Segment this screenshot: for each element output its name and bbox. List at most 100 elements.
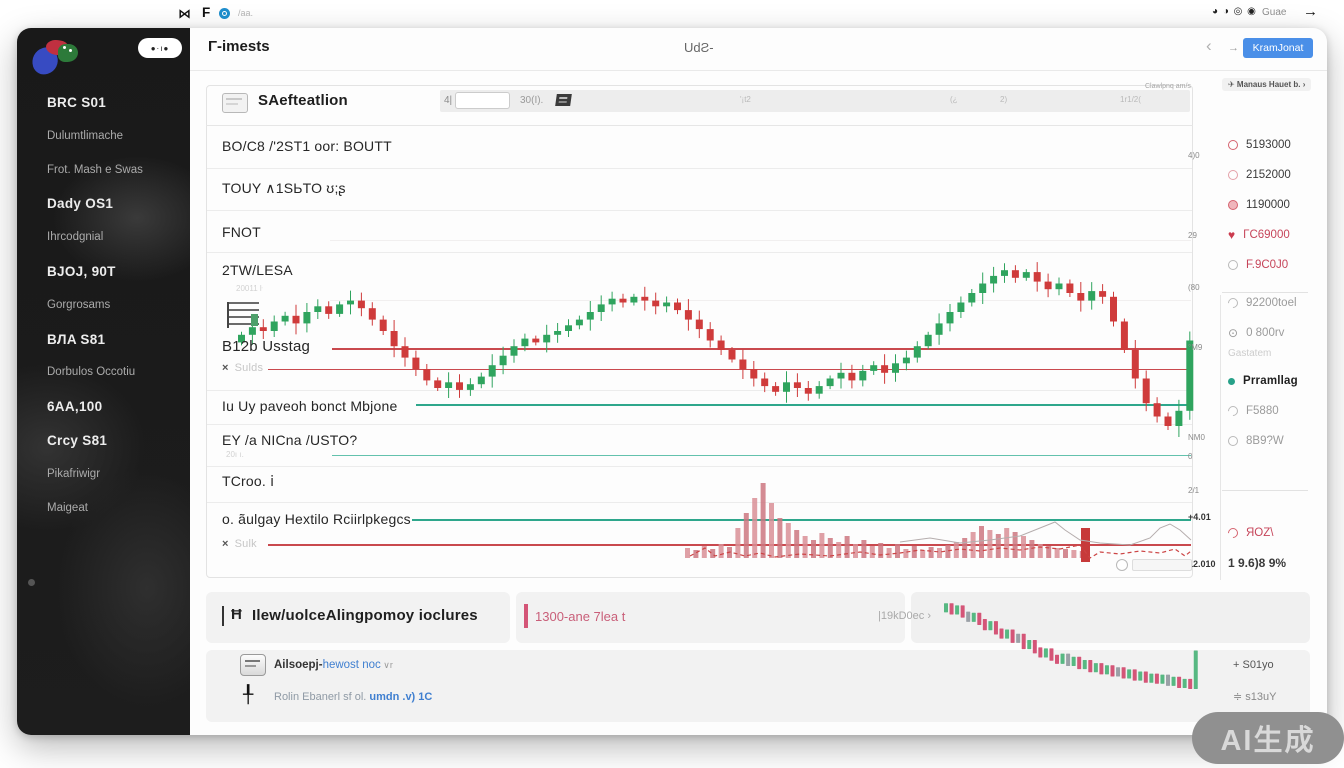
- anchor-icon: ╀: [243, 685, 253, 705]
- app-logo[interactable]: [30, 36, 76, 76]
- ring-gray-icon: [1228, 436, 1238, 446]
- row-divider: [207, 390, 1192, 391]
- row-divider: [207, 210, 1192, 211]
- news-row1-suffix: ∨r: [381, 660, 393, 670]
- header-center-label: UdƧ-: [684, 40, 714, 55]
- row-divider: [207, 168, 1192, 169]
- arc-gray-icon: [1226, 296, 1240, 310]
- back-chevron-icon[interactable]: ‹: [1206, 36, 1212, 56]
- panel-item-0[interactable]: 5193000: [1228, 130, 1320, 160]
- right-panel-header[interactable]: ✈ Manaus Hauet b. ›: [1222, 78, 1311, 91]
- chart-card: [206, 85, 1193, 578]
- panel-item-label: F5880: [1246, 405, 1279, 417]
- right-panel-list: 5193000 2152000 1190000♥ΓC69000F.9C0J0 9220…: [1228, 130, 1320, 578]
- bowtie-icon[interactable]: ⋈: [178, 6, 191, 22]
- f-menu-icon[interactable]: F: [202, 5, 210, 20]
- panel-item-4[interactable]: F.9C0J0: [1228, 250, 1320, 280]
- panel-item-label: ЯOZ\: [1246, 527, 1273, 539]
- overlay-line: [332, 348, 1191, 350]
- panel-item-11[interactable]: 8B9?W: [1228, 426, 1320, 456]
- forward-arrow-icon[interactable]: →: [1228, 42, 1239, 54]
- toolbar-tick: 2): [1000, 95, 1007, 104]
- row-divider: [207, 502, 1192, 503]
- sidebar-item-8[interactable]: Dorbulos Occotiu: [17, 356, 190, 390]
- chart-legend-icon[interactable]: [227, 302, 259, 328]
- overlay-line: [332, 455, 1191, 456]
- chart-row-label-7[interactable]: EY /a NICna /USTO?: [222, 432, 357, 448]
- close-icon[interactable]: ×: [222, 362, 229, 374]
- chart-scrollbar-knob[interactable]: [1116, 559, 1128, 571]
- sidebar-dot-indicator: [28, 579, 35, 586]
- panel-item-10[interactable]: F5880: [1228, 396, 1320, 426]
- panel-item-9[interactable]: Prramllag: [1228, 366, 1320, 396]
- chart-scrollbar-track[interactable]: [1132, 559, 1192, 571]
- overlay-line: [416, 404, 1191, 406]
- row-label-text: Iu Uy paveoh bonct Mbjone: [222, 398, 397, 414]
- chart-row-label-1[interactable]: TOUY ∧1SЬTO ʊ;ʂ: [222, 180, 346, 197]
- news-row2-link[interactable]: umdn .v) 1C: [369, 691, 432, 703]
- row-label-text: 2TW/LESA: [222, 262, 293, 278]
- toolbar-mid-label: 30(I).: [520, 95, 543, 106]
- panel-item-13[interactable]: ЯOZ\: [1228, 518, 1320, 548]
- sidebar-item-3[interactable]: Dady OS1: [17, 187, 190, 221]
- chart-row-label-2[interactable]: FNOT: [222, 224, 261, 240]
- sidebar-item-11[interactable]: Pikafriwigr: [17, 458, 190, 492]
- ring-red-icon: [1228, 140, 1238, 150]
- mini-chart-label: |19kD0ec ›: [878, 610, 931, 622]
- panel-item-2[interactable]: 1190000: [1228, 190, 1320, 220]
- sidebar-item-12[interactable]: Maigeat: [17, 492, 190, 526]
- mini-chart-stat-2: ≑ s13uY: [1233, 690, 1276, 703]
- sidebar-item-10[interactable]: Crcy S81: [17, 424, 190, 458]
- toolbar-tick: (¿: [950, 95, 958, 104]
- news-row1-link[interactable]: hewost noc: [323, 659, 381, 671]
- row-label-text: TOUY ∧1SЬTO ʊ;ʂ: [222, 180, 346, 196]
- sidebar-item-5[interactable]: BJOJ, 90T: [17, 255, 190, 289]
- panel-spacer: [1228, 456, 1320, 518]
- sidebar-item-2[interactable]: Frot. Mash e Swas: [17, 154, 190, 188]
- toolbar-dark-icon[interactable]: [555, 94, 572, 106]
- chart-row-label-8[interactable]: TCroo. ⅰ: [222, 473, 274, 490]
- close-icon[interactable]: ×: [222, 538, 229, 550]
- row-label-text: BO/C8 /'2ST1 oor: BOUTT: [222, 138, 392, 154]
- sidebar-item-1[interactable]: Dulumtlimache: [17, 120, 190, 154]
- toolbar-corner-label: Clawlpnq am/s: [1145, 83, 1191, 90]
- news-title-bar: [222, 606, 224, 626]
- chart-row-label-9[interactable]: o. ãulgay Hextilo Rciirlpkegcs: [222, 511, 411, 527]
- panel-item-1[interactable]: 2152000: [1228, 160, 1320, 190]
- primary-action-button[interactable]: KramJonat: [1243, 38, 1313, 58]
- sidebar-menu: BRC S01DulumtlimacheFrot. Mash e SwasDad…: [17, 86, 190, 525]
- alert-text: 1300-ane 7lea t: [535, 609, 625, 624]
- sidebar-toggle-pill[interactable]: ●·ı●: [138, 38, 182, 58]
- blue-dot-icon[interactable]: [219, 8, 230, 19]
- sidebar-item-7[interactable]: BЛA S81: [17, 323, 190, 357]
- topbar-faint-label: /aa.: [238, 8, 253, 18]
- panel-item-label: 0 800rv: [1246, 327, 1284, 339]
- overlay-line: [268, 544, 1191, 546]
- news-link-row-1[interactable]: Ailsoepj-hewost noc ∨r: [274, 659, 393, 671]
- chart-row-label-6[interactable]: Iu Uy paveoh bonct Mbjone: [222, 398, 397, 414]
- panel-item-7[interactable]: ⊙0 800rv: [1228, 318, 1320, 348]
- panel-item-label: 2152000: [1246, 169, 1291, 181]
- sidebar-item-6[interactable]: Gorgrosams: [17, 289, 190, 323]
- news-card-chart: [911, 592, 1310, 643]
- chart-row-label-4[interactable]: B12b Usstag: [222, 338, 310, 355]
- chart-row-label-3[interactable]: 2TW/LESA: [222, 262, 293, 278]
- axis-tick: 0: [1188, 452, 1192, 461]
- chart-row-label-10[interactable]: ×Sulk: [222, 538, 257, 550]
- panel-item-3[interactable]: ♥ΓC69000: [1228, 220, 1320, 250]
- news-row2-gray: Rolin Ebanerl sf ol.: [274, 691, 369, 703]
- arrow-right-icon[interactable]: →: [1303, 3, 1318, 20]
- panel-item-6[interactable]: 92200toel: [1228, 288, 1320, 318]
- chart-row-label-5[interactable]: ×Sulds: [222, 362, 263, 374]
- chart-window-icon[interactable]: [222, 93, 248, 113]
- chart-row-label-0[interactable]: BO/C8 /'2ST1 oor: BOUTT: [222, 138, 392, 154]
- axis-tick: (80: [1188, 283, 1200, 292]
- toolbar-prefix-label: 4|: [444, 95, 452, 106]
- sidebar-item-0[interactable]: BRC S01: [17, 86, 190, 120]
- news-link-row-2[interactable]: Rolin Ebanerl sf ol. umdn .v) 1C: [274, 691, 432, 703]
- toolbar-input[interactable]: [455, 92, 510, 109]
- panel-item-label: 5193000: [1246, 139, 1291, 151]
- axis-tick: 4)0: [1188, 151, 1200, 160]
- sidebar-item-9[interactable]: 6AA,100: [17, 390, 190, 424]
- sidebar-item-4[interactable]: Ihrcodgnial: [17, 221, 190, 255]
